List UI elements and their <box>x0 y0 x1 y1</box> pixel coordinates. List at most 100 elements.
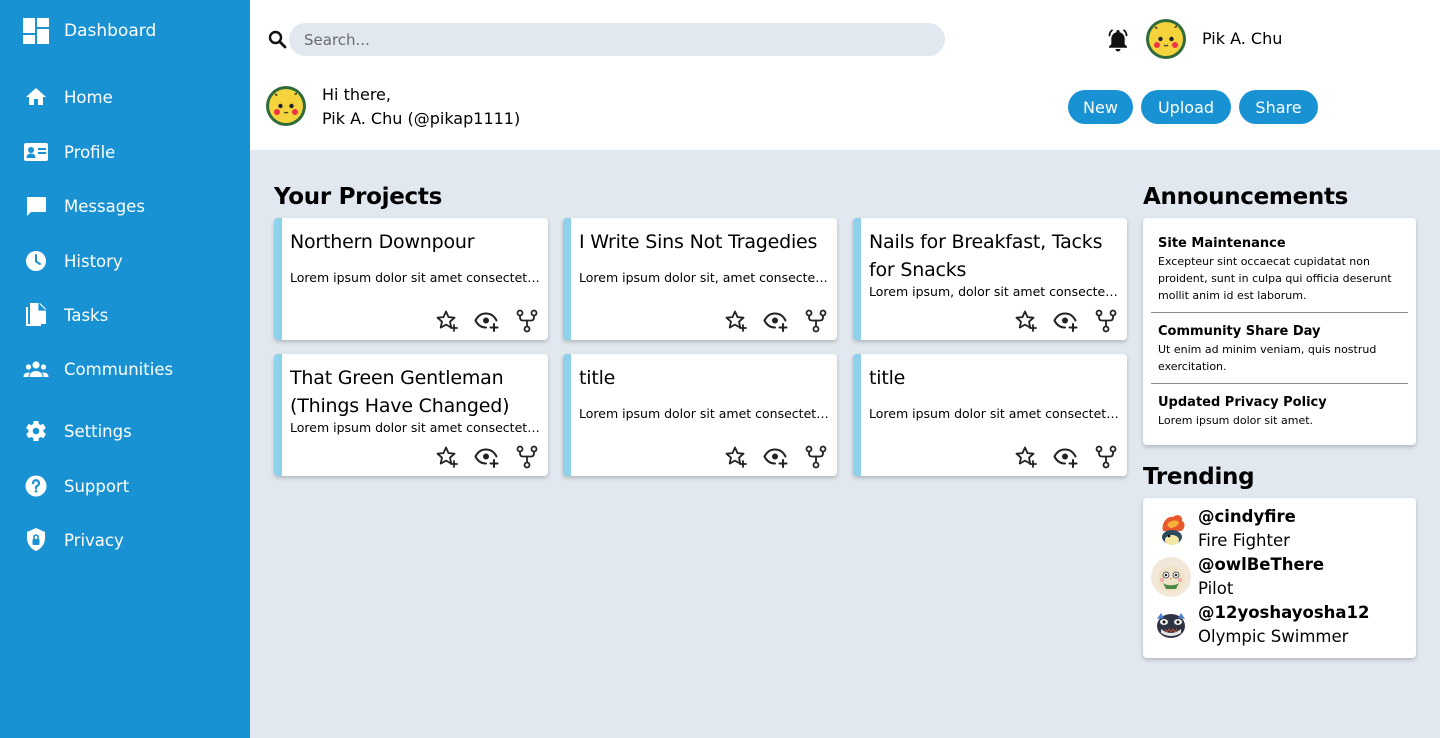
project-description: Lorem ipsum dolor sit, amet consectetur … <box>579 270 829 285</box>
trending-title: Trending <box>1143 464 1255 490</box>
avatar[interactable] <box>1146 19 1186 59</box>
trending-role: Fire Fighter <box>1198 531 1290 550</box>
project-card[interactable]: Nails for Breakfast, Tacks for Snacks Lo… <box>853 218 1127 340</box>
announcement-text: Ut enim ad minim veniam, quis nostrud ex… <box>1158 343 1377 373</box>
project-title[interactable]: Northern Downpour <box>290 228 545 256</box>
trending-item[interactable]: @owlBeThere Pilot <box>1151 555 1406 599</box>
watch-add-icon[interactable] <box>763 308 789 334</box>
new-button[interactable]: New <box>1068 90 1133 124</box>
fork-icon[interactable] <box>514 308 540 334</box>
fork-icon[interactable] <box>1093 444 1119 470</box>
trending-handle[interactable]: @12yoshayosha12 <box>1198 603 1370 622</box>
announcement-item[interactable]: Site Maintenance Excepteur sint occaecat… <box>1158 236 1406 304</box>
trending-item[interactable]: @12yoshayosha12 Olympic Swimmer <box>1151 603 1406 647</box>
announcement-title: Community Share Day <box>1158 324 1321 339</box>
header: Pik A. Chu Hi there, Pik A. Chu (@pikap1… <box>250 0 1440 150</box>
project-card[interactable]: That Green Gentleman (Things Have Change… <box>274 354 548 476</box>
project-description: Lorem ipsum dolor sit amet consectetur a… <box>869 406 1119 421</box>
sidebar-brand-label: Dashboard <box>64 21 157 41</box>
announcement-item[interactable]: Updated Privacy Policy Lorem ipsum dolor… <box>1158 395 1406 429</box>
bell-icon[interactable] <box>1104 26 1132 54</box>
announcement-title: Updated Privacy Policy <box>1158 395 1327 410</box>
star-add-icon[interactable] <box>723 308 749 334</box>
announcement-title: Site Maintenance <box>1158 236 1286 251</box>
announcement-text: Lorem ipsum dolor sit amet. <box>1158 414 1314 427</box>
fork-icon[interactable] <box>803 444 829 470</box>
sidebar-brand[interactable]: Dashboard <box>22 16 156 46</box>
project-actions <box>1013 444 1119 470</box>
star-add-icon[interactable] <box>1013 444 1039 470</box>
trending-handle[interactable]: @cindyfire <box>1198 507 1296 526</box>
project-title[interactable]: Nails for Breakfast, Tacks for Snacks <box>869 228 1124 284</box>
watch-add-icon[interactable] <box>763 444 789 470</box>
upload-button[interactable]: Upload <box>1141 90 1231 124</box>
announcement-item[interactable]: Community Share Day Ut enim ad minim ven… <box>1158 324 1406 375</box>
share-button[interactable]: Share <box>1239 90 1318 124</box>
sidebar-item-home[interactable]: Home <box>22 82 113 112</box>
avatar <box>1151 557 1191 597</box>
dashboard-icon <box>22 17 50 45</box>
project-card[interactable]: Northern Downpour Lorem ipsum dolor sit … <box>274 218 548 340</box>
trending-item[interactable]: @cindyfire Fire Fighter <box>1151 507 1406 551</box>
star-add-icon[interactable] <box>434 308 460 334</box>
sidebar-item-support[interactable]: Support <box>22 471 129 501</box>
project-title[interactable]: title <box>869 364 1124 392</box>
star-add-icon[interactable] <box>434 444 460 470</box>
sidebar-item-label: Privacy <box>64 530 124 550</box>
fork-icon[interactable] <box>803 308 829 334</box>
sidebar-item-communities[interactable]: Communities <box>22 354 173 384</box>
project-title[interactable]: title <box>579 364 834 392</box>
project-card[interactable]: I Write Sins Not Tragedies Lorem ipsum d… <box>563 218 837 340</box>
sidebar-item-profile[interactable]: Profile <box>22 137 115 167</box>
tasks-icon <box>22 301 50 329</box>
profile-card-icon <box>22 138 50 166</box>
sidebar-item-label: Tasks <box>64 305 109 325</box>
watch-add-icon[interactable] <box>1053 308 1079 334</box>
user-name: Pik A. Chu <box>1202 29 1283 48</box>
greeting-avatar <box>266 86 306 126</box>
sidebar-item-label: Messages <box>64 196 145 216</box>
star-add-icon[interactable] <box>1013 308 1039 334</box>
project-description: Lorem ipsum dolor sit amet consectetur a… <box>579 406 829 421</box>
watch-add-icon[interactable] <box>474 444 500 470</box>
project-actions <box>434 444 540 470</box>
project-description: Lorem ipsum dolor sit amet consectetur a… <box>290 420 540 435</box>
sidebar-item-messages[interactable]: Messages <box>22 191 145 221</box>
avatar <box>1151 509 1191 549</box>
sidebar-item-label: Communities <box>64 359 174 379</box>
project-actions <box>434 308 540 334</box>
projects-title: Your Projects <box>274 184 442 210</box>
sidebar-item-label: Profile <box>64 142 116 162</box>
star-add-icon[interactable] <box>723 444 749 470</box>
help-icon <box>22 472 50 500</box>
announcements-title: Announcements <box>1143 184 1349 210</box>
search-input[interactable] <box>289 23 945 56</box>
fork-icon[interactable] <box>1093 308 1119 334</box>
project-card[interactable]: title Lorem ipsum dolor sit amet consect… <box>563 354 837 476</box>
sidebar-item-settings[interactable]: Settings <box>22 416 132 446</box>
project-card[interactable]: title Lorem ipsum dolor sit amet consect… <box>853 354 1127 476</box>
announcement-text: Excepteur sint occaecat cupidatat non pr… <box>1158 255 1392 302</box>
search-icon <box>267 29 289 51</box>
sidebar-item-label: Settings <box>64 421 132 441</box>
project-title[interactable]: I Write Sins Not Tragedies <box>579 228 834 256</box>
sidebar-item-tasks[interactable]: Tasks <box>22 300 108 330</box>
sidebar-item-history[interactable]: History <box>22 246 123 276</box>
trending-role: Pilot <box>1198 579 1234 598</box>
watch-add-icon[interactable] <box>1053 444 1079 470</box>
trending-panel: @cindyfire Fire Fighter @owlBeThere Pilo… <box>1143 498 1416 658</box>
project-title[interactable]: That Green Gentleman (Things Have Change… <box>290 364 545 420</box>
fork-icon[interactable] <box>514 444 540 470</box>
sidebar-item-privacy[interactable]: Privacy <box>22 525 124 555</box>
divider <box>1151 312 1408 313</box>
watch-add-icon[interactable] <box>474 308 500 334</box>
project-actions <box>723 308 829 334</box>
project-description: Lorem ipsum dolor sit amet consectetur a… <box>290 270 540 285</box>
greeting-text: Hi there, <box>322 85 391 104</box>
divider <box>1151 383 1408 384</box>
clock-icon <box>22 247 50 275</box>
sidebar: Dashboard Home Profile Messages History … <box>0 0 250 738</box>
announcements-panel: Site Maintenance Excepteur sint occaecat… <box>1143 218 1416 445</box>
project-actions <box>723 444 829 470</box>
trending-handle[interactable]: @owlBeThere <box>1198 555 1324 574</box>
